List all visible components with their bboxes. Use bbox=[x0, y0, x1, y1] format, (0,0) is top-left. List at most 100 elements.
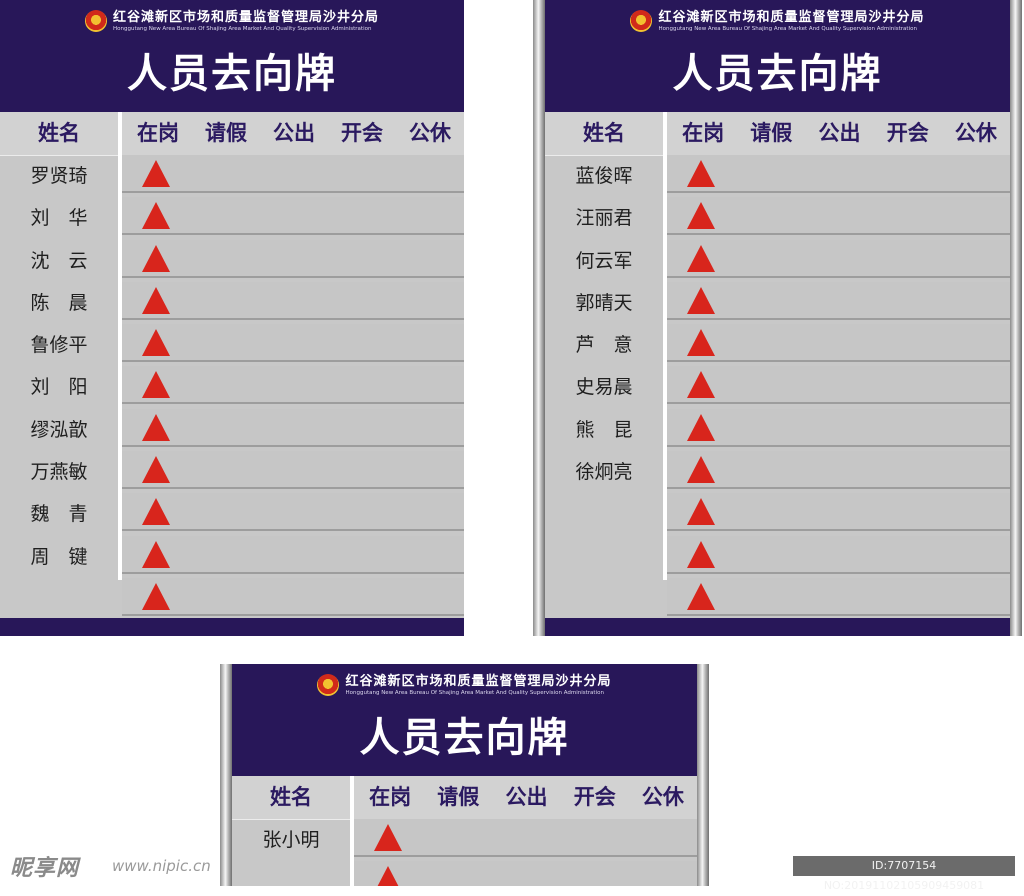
status-header-business-trip: 公出 bbox=[505, 785, 548, 809]
status-header-meeting: 开会 bbox=[341, 121, 383, 145]
staff-name: 史易晨 bbox=[575, 376, 633, 399]
org-name-en: Honggutang New Area Bureau Of Shajing Ar… bbox=[112, 26, 372, 32]
staff-name: 罗贤琦 bbox=[30, 165, 88, 187]
status-marker-icon[interactable] bbox=[142, 582, 170, 610]
status-marker-icon[interactable] bbox=[142, 286, 170, 314]
board-title: 人员去向牌 bbox=[672, 51, 883, 97]
name-column-header: 姓名 bbox=[270, 785, 312, 809]
status-header-leave: 请假 bbox=[750, 121, 793, 145]
status-marker-icon[interactable] bbox=[142, 540, 170, 568]
staff-name bbox=[545, 578, 663, 620]
status-slot bbox=[667, 281, 1010, 318]
staff-name: 陈 晨 bbox=[30, 291, 88, 314]
name-column-header: 姓名 bbox=[38, 121, 80, 145]
staff-name: 魏 青 bbox=[30, 503, 88, 526]
status-slot bbox=[667, 324, 1010, 361]
staff-name: 何云军 bbox=[575, 249, 633, 272]
board-header: 红谷滩新区市场和质量监督管理局沙井分局 Honggutang New Area … bbox=[232, 664, 697, 776]
staff-name bbox=[0, 578, 118, 620]
staff-name: 周 键 bbox=[30, 545, 88, 568]
status-marker-icon[interactable] bbox=[687, 329, 715, 357]
status-marker-icon[interactable] bbox=[142, 160, 170, 187]
status-marker-icon[interactable] bbox=[142, 371, 170, 399]
status-marker-icon[interactable] bbox=[374, 866, 402, 886]
status-marker-icon[interactable] bbox=[142, 456, 170, 484]
name-column-header: 姓名 bbox=[583, 121, 625, 145]
status-slot bbox=[667, 535, 1010, 572]
status-board-3: 红谷滩新区市场和质量监督管理局沙井分局 Honggutang New Area … bbox=[232, 664, 697, 886]
status-marker-icon[interactable] bbox=[142, 244, 170, 272]
status-slot bbox=[122, 281, 464, 318]
status-slot bbox=[122, 366, 464, 403]
staff-name: 郭晴天 bbox=[575, 291, 633, 314]
status-marker-icon[interactable] bbox=[142, 413, 170, 441]
status-slot bbox=[122, 324, 464, 361]
org-name-cn: 红谷滩新区市场和质量监督管理局沙井分局 bbox=[345, 674, 612, 689]
status-marker-icon[interactable] bbox=[142, 202, 170, 230]
column-header: 姓名 在岗 请假 公出 开会 公休 bbox=[232, 776, 697, 820]
status-marker-icon[interactable] bbox=[687, 286, 715, 314]
national-emblem-icon bbox=[630, 10, 653, 32]
status-slot bbox=[667, 577, 1010, 614]
board-header: 红谷滩新区市场和质量监督管理局沙井分局 Honggutang New Area … bbox=[545, 0, 1010, 112]
status-marker-icon[interactable] bbox=[374, 824, 402, 851]
staff-name: 刘 阳 bbox=[30, 376, 88, 399]
status-marker-icon[interactable] bbox=[687, 582, 715, 610]
status-slot bbox=[667, 408, 1010, 445]
status-slots bbox=[667, 155, 1010, 620]
status-header-on-duty: 在岗 bbox=[682, 121, 725, 145]
status-slot bbox=[667, 493, 1010, 530]
national-emblem-icon bbox=[84, 10, 107, 32]
watermark-logo: 昵享网 bbox=[10, 856, 80, 881]
status-slot bbox=[122, 493, 464, 530]
watermark-id: ID:7707154 NO:20191102105909459081 bbox=[793, 856, 1015, 892]
org-name-cn: 红谷滩新区市场和质量监督管理局沙井分局 bbox=[658, 10, 925, 25]
status-header-leave: 请假 bbox=[437, 785, 480, 809]
status-slot bbox=[122, 577, 464, 614]
staff-name bbox=[545, 536, 663, 578]
name-column: 张小明 bbox=[232, 819, 350, 886]
status-marker-icon[interactable] bbox=[687, 456, 715, 484]
status-slot bbox=[122, 408, 464, 445]
status-marker-icon[interactable] bbox=[687, 413, 715, 441]
status-slot bbox=[122, 239, 464, 276]
support-pole-left bbox=[533, 0, 545, 636]
support-pole-left bbox=[220, 664, 232, 886]
status-header-business-trip: 公出 bbox=[818, 121, 861, 145]
staff-name: 万燕敏 bbox=[30, 461, 88, 484]
staff-name: 熊 昆 bbox=[575, 418, 633, 441]
status-marker-icon[interactable] bbox=[687, 498, 715, 526]
status-header-business-trip: 公出 bbox=[273, 121, 315, 145]
status-slot bbox=[122, 451, 464, 488]
staff-name: 沈 云 bbox=[30, 249, 88, 272]
status-marker-icon[interactable] bbox=[142, 329, 170, 357]
status-header-on-duty: 在岗 bbox=[137, 121, 179, 145]
staff-name: 缪泓歆 bbox=[30, 418, 88, 441]
status-slot bbox=[122, 197, 464, 234]
board-footer bbox=[545, 618, 1010, 636]
status-slot bbox=[354, 819, 697, 855]
status-marker-icon[interactable] bbox=[687, 244, 715, 272]
watermark-url: www.nipic.cn bbox=[112, 857, 211, 875]
staff-name bbox=[545, 493, 663, 535]
status-slot bbox=[667, 155, 1010, 191]
org-name-en: Honggutang New Area Bureau Of Shajing Ar… bbox=[345, 690, 604, 696]
status-marker-icon[interactable] bbox=[687, 540, 715, 568]
support-pole-right bbox=[1010, 0, 1022, 636]
status-marker-icon[interactable] bbox=[142, 498, 170, 526]
status-slot bbox=[122, 155, 464, 191]
column-header: 姓名 在岗 请假 公出 开会 公休 bbox=[545, 112, 1010, 156]
status-board-1: 红谷滩新区市场和质量监督管理局沙井分局 Honggutang New Area … bbox=[0, 0, 464, 636]
status-header-on-duty: 在岗 bbox=[369, 785, 412, 809]
status-header-meeting: 开会 bbox=[573, 785, 616, 809]
staff-name: 蓝俊晖 bbox=[575, 165, 633, 187]
status-header-holiday: 公休 bbox=[641, 785, 684, 809]
staff-name: 芦 意 bbox=[575, 334, 633, 357]
status-marker-icon[interactable] bbox=[687, 371, 715, 399]
status-marker-icon[interactable] bbox=[687, 160, 715, 187]
status-marker-icon[interactable] bbox=[687, 202, 715, 230]
staff-name: 鲁修平 bbox=[30, 334, 88, 357]
column-header: 姓名 在岗 请假 公出 开会 公休 bbox=[0, 112, 464, 156]
status-slot bbox=[667, 366, 1010, 403]
org-name-cn: 红谷滩新区市场和质量监督管理局沙井分局 bbox=[112, 10, 379, 25]
